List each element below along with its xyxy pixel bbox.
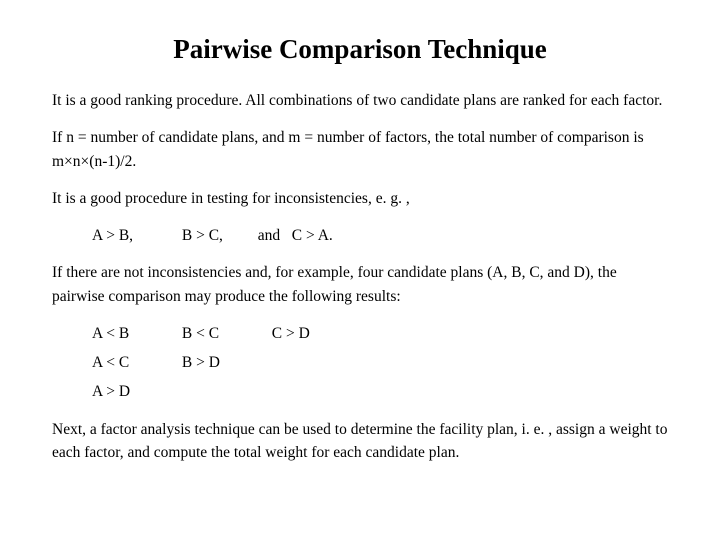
example-and: and: [258, 227, 280, 244]
cell-c-d: C > D: [272, 325, 310, 342]
page-title: Pairwise Comparison Technique: [52, 34, 668, 65]
cell-b-d: B > D: [182, 354, 220, 371]
paragraph-formula: If n = number of candidate plans, and m …: [52, 126, 668, 173]
results-row-2: A < C B > D: [52, 351, 668, 374]
paragraph-no-inconsistency: If there are not inconsistencies and, fo…: [52, 261, 668, 308]
example-a: A > B,: [92, 224, 178, 247]
cell-a-c: A < C: [92, 351, 178, 374]
example-inconsistency: A > B, B > C, and C > A.: [52, 224, 668, 247]
paragraph-next: Next, a factor analysis technique can be…: [52, 418, 668, 465]
cell-a-d: A > D: [92, 383, 130, 400]
paragraph-intro: It is a good ranking procedure. All comb…: [52, 89, 668, 112]
cell-a-b: A < B: [92, 322, 178, 345]
example-c: C > A.: [292, 227, 333, 244]
example-b: B > C,: [182, 224, 254, 247]
results-row-1: A < B B < C C > D: [52, 322, 668, 345]
cell-b-c: B < C: [182, 322, 268, 345]
slide: Pairwise Comparison Technique It is a go…: [0, 0, 720, 464]
paragraph-inconsistency: It is a good procedure in testing for in…: [52, 187, 668, 210]
results-row-3: A > D: [52, 380, 668, 403]
